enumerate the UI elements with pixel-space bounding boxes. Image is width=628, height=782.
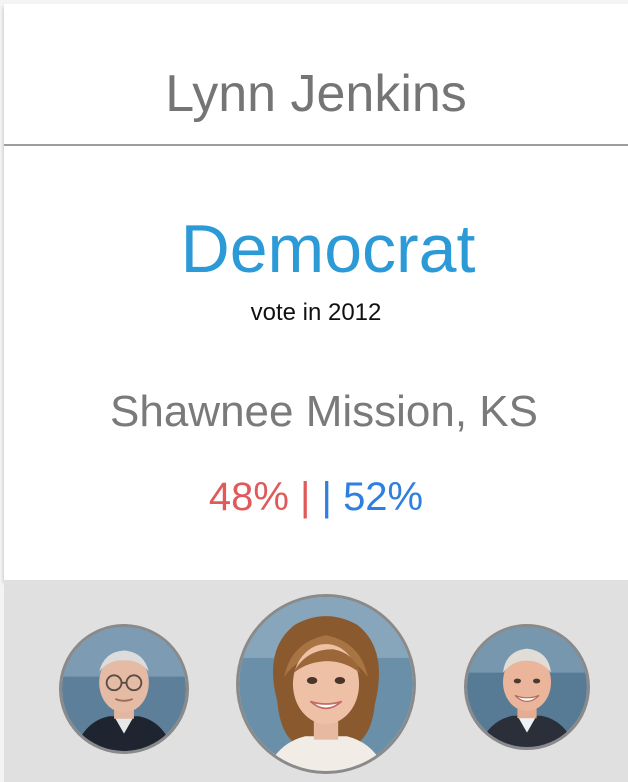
vote-results: 48% | | 52% xyxy=(4,471,628,523)
representative-name: Lynn Jenkins xyxy=(165,65,467,123)
republican-separator: | xyxy=(310,475,344,519)
portrait-older-man-glasses-icon xyxy=(62,627,186,751)
portrait-woman-selected-icon xyxy=(239,597,413,771)
republican-percent: 52% xyxy=(343,475,424,519)
card-header: Lynn Jenkins xyxy=(4,4,628,146)
representative-card: Lynn Jenkins Democrat vote in 2012 Shawn… xyxy=(4,4,628,580)
vote-year-label: vote in 2012 xyxy=(250,299,382,326)
representative-carousel xyxy=(4,580,628,782)
portrait-man-smiling-icon xyxy=(467,627,587,747)
democrat-percent: 48% xyxy=(208,475,289,519)
avatar-next[interactable] xyxy=(464,624,590,750)
democrat-separator: | xyxy=(288,475,311,519)
district-label: Shawnee Mission, KS xyxy=(110,387,538,436)
avatar-current[interactable] xyxy=(236,594,416,774)
party-label: Democrat xyxy=(180,211,476,287)
avatar-previous[interactable] xyxy=(59,624,189,754)
